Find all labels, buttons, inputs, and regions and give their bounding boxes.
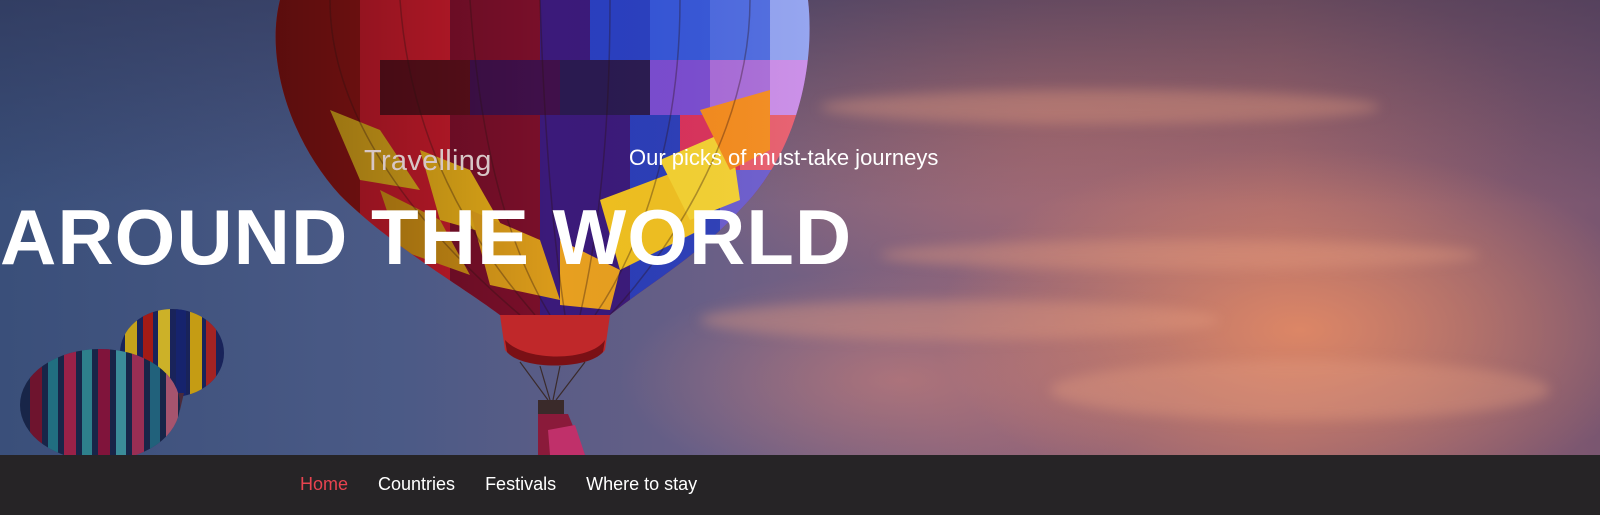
nav-item-where-to-stay[interactable]: Where to stay: [586, 474, 697, 495]
balloon-burner: [538, 400, 564, 414]
nav-item-countries[interactable]: Countries: [378, 474, 455, 495]
hero-headline: AROUND THE WORLD: [0, 193, 853, 281]
hero-subtitle-travelling: Travelling: [364, 145, 492, 177]
balloon-ropes: [519, 361, 586, 401]
nav-item-home[interactable]: Home: [300, 474, 348, 495]
nav-item-festivals[interactable]: Festivals: [485, 474, 556, 495]
hero-tagline: Our picks of must-take journeys: [629, 145, 939, 170]
main-navigation: Home Countries Festivals Where to stay: [0, 455, 1600, 515]
nav-menu: Home Countries Festivals Where to stay: [300, 474, 727, 495]
hero-banner: Travelling Our picks of must-take journe…: [0, 0, 1600, 455]
